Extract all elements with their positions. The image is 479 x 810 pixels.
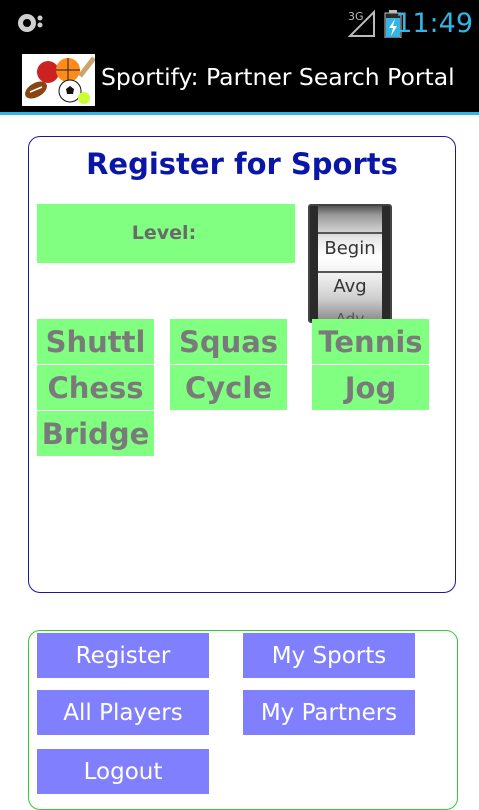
signal-icon	[347, 10, 375, 37]
sport-toggle-squash[interactable]: Squas	[170, 319, 287, 364]
action-bar-divider	[0, 112, 479, 115]
level-option-begin[interactable]: Begin	[318, 238, 382, 259]
headset-icon	[18, 14, 43, 32]
my-sports-button[interactable]: My Sports	[243, 633, 415, 678]
level-option-avg[interactable]: Avg	[318, 276, 382, 297]
all-players-button[interactable]: All Players	[37, 690, 209, 735]
level-picker[interactable]: Begin Avg Adv	[308, 204, 392, 323]
sport-toggle-chess[interactable]: Chess	[37, 365, 154, 410]
sport-toggle-bridge[interactable]: Bridge	[37, 411, 154, 456]
level-label: Level:	[37, 204, 295, 263]
sport-toggle-cycle[interactable]: Cycle	[170, 365, 287, 410]
action-bar: Sportify: Partner Search Portal	[0, 48, 479, 112]
page-title: Register for Sports	[86, 147, 398, 181]
app-title: Sportify: Partner Search Portal	[101, 63, 455, 91]
picker-divider	[318, 232, 382, 234]
sports-balls-logo	[22, 54, 96, 106]
register-button[interactable]: Register	[37, 633, 209, 678]
my-partners-button[interactable]: My Partners	[243, 690, 415, 735]
logout-button[interactable]: Logout	[37, 749, 209, 794]
sport-toggle-shuttle[interactable]: Shuttl	[37, 319, 154, 364]
sport-toggle-tennis[interactable]: Tennis	[312, 319, 429, 364]
picker-divider	[318, 271, 382, 273]
clock: 11:49	[395, 8, 473, 39]
level-picker-wheel[interactable]: Begin Avg Adv	[318, 206, 382, 321]
sport-toggle-jog[interactable]: Jog	[312, 365, 429, 410]
status-bar: 3G 11:49	[0, 0, 479, 48]
